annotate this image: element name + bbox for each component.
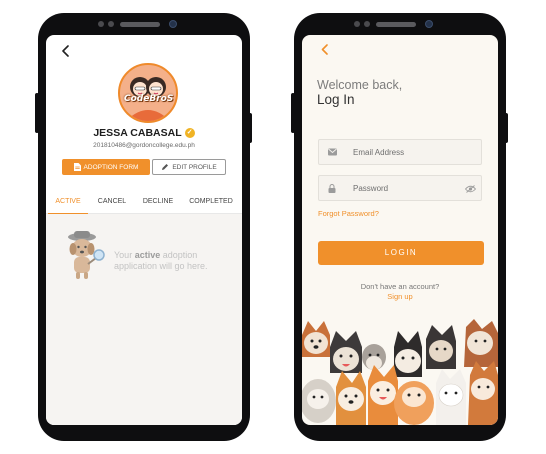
welcome-text: Welcome back, [317,78,403,92]
sensor-dot [98,21,104,27]
password-input[interactable] [353,176,463,200]
eye-off-icon[interactable] [465,185,476,193]
adoption-form-button[interactable]: ADOPTION FORM [62,159,150,175]
dogs-illustration [302,319,498,425]
avatar-illustration [126,77,170,121]
login-screen: Welcome back, Log In Forgot Password? LO… [302,35,498,425]
speaker-grille [120,22,160,27]
profile-name: JESSA CABASAL [93,127,182,139]
profile-screen: CodeBroS JESSA CABASAL ✓ 201810486@gordon… [46,35,242,425]
dog-back-2 [330,331,362,373]
edit-profile-button[interactable]: EDIT PROFILE [152,159,226,175]
email-input[interactable] [353,140,463,164]
power-button [504,113,508,143]
sensor-dot [364,21,370,27]
verified-icon: ✓ [184,128,195,139]
front-camera [169,20,177,28]
adoption-form-label: ADOPTION FORM [83,163,139,171]
empty-state-text-emphasis: active [134,250,161,260]
volume-button [291,93,295,133]
profile-email: 201810486@gordoncollege.edu.ph [93,142,195,149]
tab-cancel[interactable]: CANCEL [92,191,132,213]
login-button[interactable]: LOGIN [318,241,484,265]
dog-front-3 [368,365,398,425]
sign-up-link[interactable]: Sign up [302,292,498,301]
front-camera [425,20,433,28]
dog-front-6 [468,361,498,425]
dog-back-4 [394,331,422,377]
dog-front-5 [436,369,466,425]
avatar-logo-text: CodeBroS [124,94,174,104]
edit-profile-label: EDIT PROFILE [172,163,217,171]
email-icon [328,148,337,156]
profile-name-row: JESSA CABASAL ✓ [46,127,242,139]
phone-frame-profile: CodeBroS JESSA CABASAL ✓ 201810486@gordon… [35,13,252,441]
document-icon [73,163,81,171]
pencil-icon [162,164,169,170]
dog-back-5 [426,325,456,369]
dog-front-2 [336,371,366,425]
empty-state-message: Your active adoption application will go… [114,250,234,272]
password-field[interactable] [318,175,482,201]
empty-state-text-before: Your [114,250,133,260]
email-field[interactable] [318,139,482,165]
detective-dog-illustration [68,231,105,279]
phone-frame-login: Welcome back, Log In Forgot Password? LO… [291,13,508,441]
sensor-dot [354,21,360,27]
forgot-password-link[interactable]: Forgot Password? [318,209,379,218]
dog-front-4 [394,381,434,425]
avatar: CodeBroS [118,63,178,123]
lock-icon [328,184,336,193]
sensor-dot [108,21,114,27]
tab-content-active: Your active adoption application will go… [46,214,242,425]
tab-completed[interactable]: COMPLETED [184,191,238,213]
dog-front-1 [302,379,336,423]
tab-decline[interactable]: DECLINE [138,191,178,213]
speaker-grille [376,22,416,27]
power-button [248,113,252,143]
dog-back-1 [302,321,330,357]
dog-back-6 [464,319,498,367]
volume-button [35,93,39,133]
adoption-status-tabs: ACTIVE CANCEL DECLINE COMPLETED [46,191,242,214]
login-title: Log In [317,92,355,107]
back-arrow-icon[interactable] [60,45,72,57]
back-arrow-icon[interactable] [320,44,330,55]
no-account-text: Don't have an account? [360,282,440,291]
tab-active[interactable]: ACTIVE [48,191,88,214]
